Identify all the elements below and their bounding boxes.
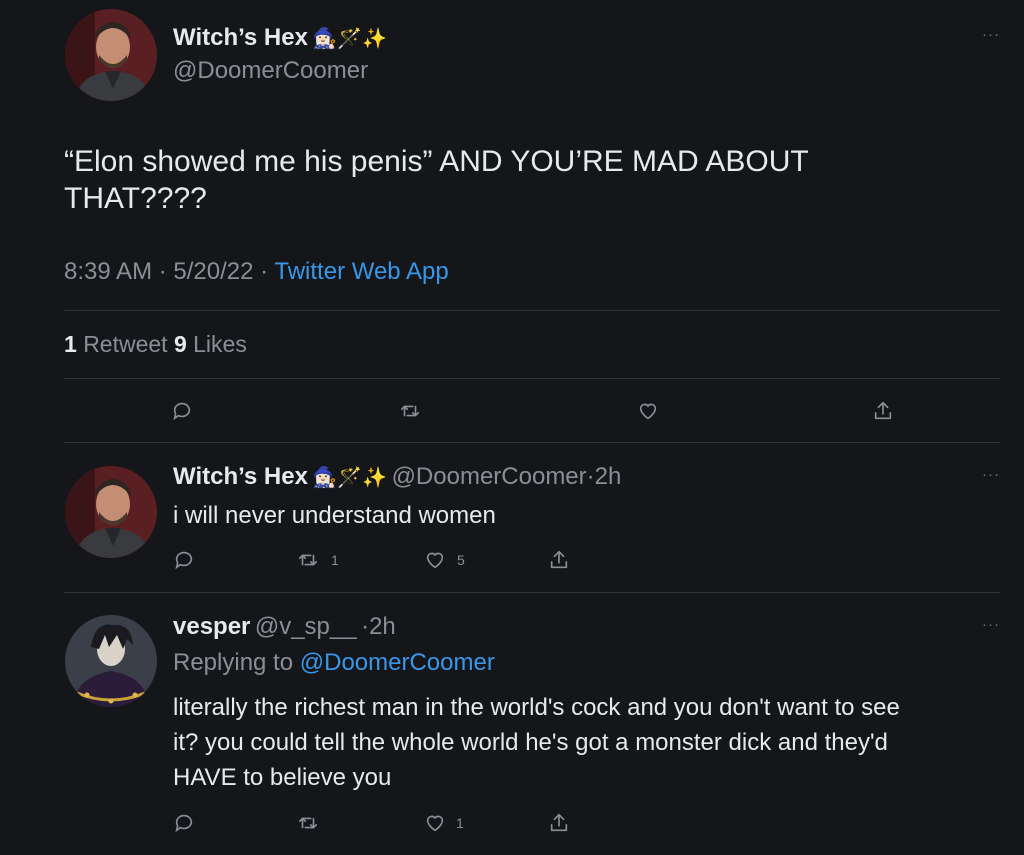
likes-stat[interactable]: 9 Likes (174, 331, 247, 357)
likes-label: Likes (193, 331, 247, 357)
retweet-icon[interactable] (399, 400, 421, 422)
avatar[interactable] (65, 9, 157, 101)
separator: · (361, 613, 370, 640)
tweet-text-line: “Elon showed me his penis” AND YOU’RE MA… (64, 145, 809, 178)
like-icon[interactable] (424, 549, 446, 571)
tweet-age[interactable]: 2h (369, 613, 396, 640)
retweets-label: Retweet (83, 331, 168, 357)
reply-header: vesper @v_sp__ ·2h (173, 613, 396, 641)
replying-label: Replying to (173, 649, 294, 676)
reply-text-line: literally the richest man in the world's… (173, 694, 900, 721)
reply-icon[interactable] (173, 549, 195, 571)
reply-text: literally the richest man in the world's… (173, 690, 993, 795)
tweet-time[interactable]: 8:39 AM (64, 258, 152, 285)
like-icon[interactable] (637, 400, 659, 422)
share-icon[interactable] (872, 400, 894, 422)
like-count: 5 (457, 552, 465, 568)
more-icon[interactable]: ··· (982, 467, 1000, 482)
retweet-icon[interactable] (297, 812, 319, 834)
like-icon[interactable] (424, 812, 446, 834)
avatar[interactable] (65, 466, 157, 558)
display-name[interactable]: Witch’s Hex (173, 463, 308, 490)
avatar[interactable] (65, 615, 157, 707)
name-emoji: 🧙🏻‍♀️🪄✨ (312, 28, 388, 50)
tweet-source-link[interactable]: Twitter Web App (274, 258, 448, 285)
reply-text-line: it? you could tell the whole world he's … (173, 729, 888, 756)
tweet-age[interactable]: 2h (595, 463, 622, 490)
author-handle[interactable]: @v_sp__ (255, 613, 357, 640)
author-handle[interactable]: @DoomerCoomer (392, 463, 587, 490)
share-icon[interactable] (548, 549, 570, 571)
separator: · (158, 258, 167, 285)
replying-to-link[interactable]: @DoomerCoomer (300, 649, 495, 676)
engagement-stats: 1 Retweet 9 Likes (64, 331, 247, 358)
tweet-meta: 8:39 AM · 5/20/22 · Twitter Web App (64, 258, 449, 286)
replying-to: Replying to @DoomerCoomer (173, 649, 495, 677)
divider (64, 592, 1000, 593)
separator: · (586, 463, 595, 490)
name-emoji: 🧙🏻‍♀️🪄✨ (312, 467, 388, 489)
retweets-count: 1 (64, 331, 77, 357)
author-handle[interactable]: @DoomerCoomer (173, 57, 368, 85)
divider (64, 442, 1000, 443)
author-name-row: Witch’s Hex 🧙🏻‍♀️🪄✨ (173, 24, 387, 52)
reply-icon[interactable] (171, 400, 193, 422)
reply-text-line: HAVE to believe you (173, 764, 392, 791)
retweet-count: 1 (331, 552, 339, 568)
retweets-stat[interactable]: 1 Retweet (64, 331, 168, 357)
tweet-text-line: THAT???? (64, 182, 207, 215)
more-icon[interactable]: ··· (982, 617, 1000, 632)
reply-text: i will never understand women (173, 502, 496, 529)
divider (64, 378, 1000, 379)
separator: · (260, 258, 269, 285)
retweet-icon[interactable] (297, 549, 319, 571)
reply-icon[interactable] (173, 812, 195, 834)
likes-count: 9 (173, 331, 187, 357)
tweet-date[interactable]: 5/20/22 (173, 258, 253, 285)
divider (64, 310, 1000, 311)
more-icon[interactable]: ··· (982, 27, 1000, 42)
reply-header: Witch’s Hex 🧙🏻‍♀️🪄✨ @DoomerCoomer·2h (173, 463, 621, 491)
share-icon[interactable] (548, 812, 570, 834)
display-name[interactable]: Witch’s Hex (173, 24, 308, 51)
tweet-text: “Elon showed me his penis” AND YOU’RE MA… (64, 143, 964, 217)
like-count: 1 (456, 815, 464, 831)
display-name[interactable]: vesper (173, 613, 250, 640)
